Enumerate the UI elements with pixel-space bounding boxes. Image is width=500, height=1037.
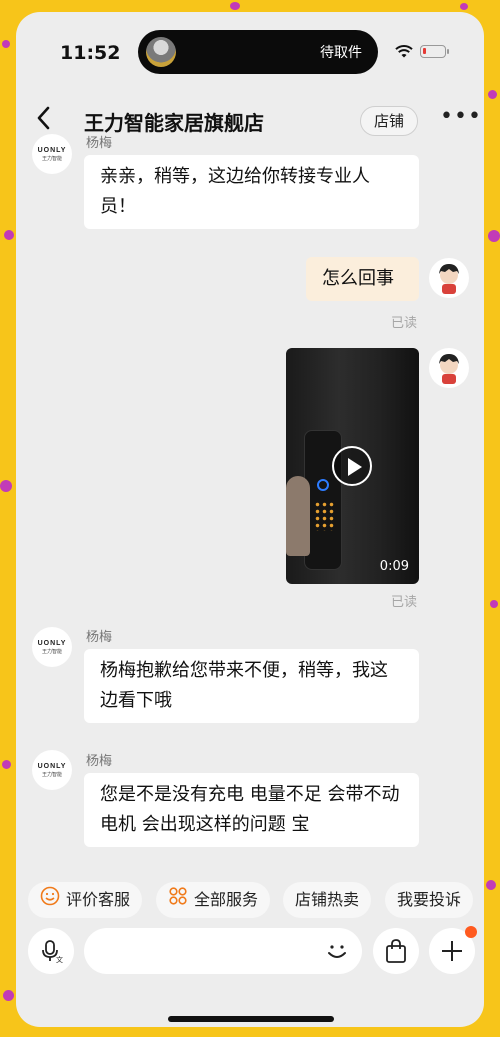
svg-text:文: 文 <box>56 955 63 963</box>
avatar-logo-text: UONLY <box>37 763 67 770</box>
message-bubble[interactable]: 怎么回事 <box>306 257 419 301</box>
read-status: 已读 <box>391 316 418 331</box>
shop-button[interactable]: 店铺 <box>360 106 418 136</box>
avatar-logo-text: UONLY <box>37 640 67 647</box>
voice-icon[interactable]: 文 <box>28 928 74 974</box>
decor-dot <box>488 90 497 99</box>
hot-items-chip[interactable]: 店铺热卖 <box>283 882 372 918</box>
chip-label: 我要投诉 <box>397 890 462 909</box>
decor-dot <box>2 760 11 769</box>
message-bubble[interactable]: 您是不是没有充电 电量不足 会带不动电机 会出现这样的问题 宝 <box>84 773 419 847</box>
video-duration: 0:09 <box>379 559 409 574</box>
read-status: 已读 <box>391 595 418 610</box>
smile-icon <box>40 883 60 919</box>
hand-image <box>286 476 310 556</box>
notification-dot <box>465 926 477 938</box>
more-dots-icon[interactable]: ••• <box>440 104 482 129</box>
message-input[interactable] <box>84 928 362 974</box>
avatar-logo-subtext: 王力智能 <box>41 156 62 162</box>
decor-dot <box>4 230 14 240</box>
island-avatar <box>146 37 176 67</box>
sender-name: 杨梅 <box>86 630 113 645</box>
plus-icon[interactable] <box>429 926 477 974</box>
battery-icon <box>420 45 449 58</box>
emoji-icon[interactable] <box>324 934 350 973</box>
play-icon[interactable] <box>332 446 372 486</box>
battery-level <box>423 48 426 54</box>
chevron-left-icon[interactable] <box>36 106 50 136</box>
sender-name: 杨梅 <box>86 136 113 151</box>
agent-avatar[interactable]: UONLY 王力智能 <box>32 627 72 667</box>
shopping-bag-icon[interactable] <box>373 928 419 974</box>
decor-dot <box>0 480 12 492</box>
input-bar: 文 <box>16 926 484 978</box>
rate-service-chip[interactable]: 评价客服 <box>28 882 143 919</box>
status-time: 11:52 <box>60 42 121 64</box>
user-avatar[interactable] <box>429 348 469 388</box>
chip-label: 店铺热卖 <box>295 890 360 909</box>
chip-label: 评价客服 <box>66 890 131 909</box>
sender-name: 杨梅 <box>86 754 113 769</box>
quick-actions: 评价客服 全部服务 店铺热卖 我要投诉 <box>16 882 484 918</box>
grid-icon <box>168 883 188 919</box>
avatar-logo-subtext: 王力智能 <box>41 649 62 655</box>
wifi-icon <box>395 45 413 58</box>
decor-dot <box>486 880 496 890</box>
phone-screen: 11:52 待取件 王力智能家居旗舰店 店铺 ••• UONLY 王力智能 杨梅… <box>16 12 484 1027</box>
message-bubble[interactable]: 杨梅抱歉给您带来不便，稍等，我这边看下哦 <box>84 649 419 723</box>
decor-dot <box>3 990 14 1001</box>
all-services-chip[interactable]: 全部服务 <box>156 882 271 919</box>
decor-dot <box>490 600 498 608</box>
complaint-chip[interactable]: 我要投诉 <box>385 882 474 918</box>
user-avatar[interactable] <box>429 258 469 298</box>
decor-dot <box>2 40 10 48</box>
chip-label: 全部服务 <box>194 890 259 909</box>
video-message[interactable]: 0:09 <box>286 348 419 584</box>
decor-dot <box>488 230 500 242</box>
message-bubble[interactable]: 亲亲，稍等，这边给你转接专业人员！ <box>84 155 419 229</box>
avatar-logo-subtext: 王力智能 <box>41 772 62 778</box>
dynamic-island[interactable]: 待取件 <box>138 30 378 74</box>
home-indicator[interactable] <box>168 1016 334 1022</box>
status-bar: 11:52 待取件 <box>16 12 484 92</box>
agent-avatar[interactable]: UONLY 王力智能 <box>32 750 72 790</box>
island-label: 待取件 <box>320 45 362 61</box>
decor-dot <box>230 2 240 10</box>
decor-dot <box>460 3 468 10</box>
agent-avatar[interactable]: UONLY 王力智能 <box>32 134 72 174</box>
avatar-logo-text: UONLY <box>37 147 67 154</box>
